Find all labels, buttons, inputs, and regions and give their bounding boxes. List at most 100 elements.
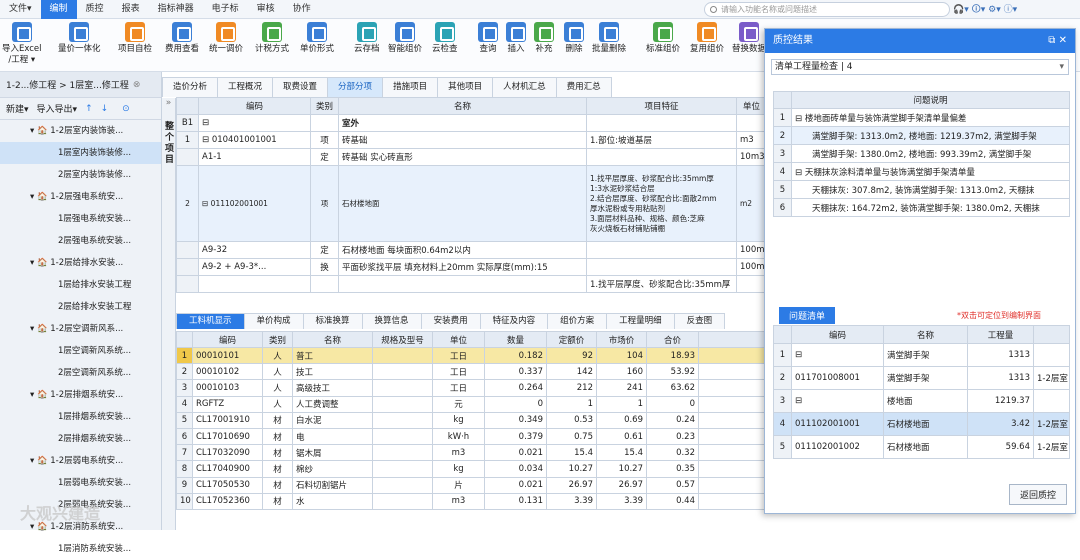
ribbon-button[interactable]: 替换数据	[732, 22, 766, 55]
ribbon-button[interactable]: 云检查	[432, 22, 458, 55]
table-row[interactable]: 8 CL17040900 材棉纱 kg 0.034 10.27 10.27 0.35	[176, 460, 767, 478]
ribbon-button[interactable]: 统一调价	[209, 22, 243, 55]
table-row[interactable]: 3 00010103 人高级技工 工日 0.264 212 241 63.62	[176, 379, 767, 397]
detail-tab-4[interactable]: 安装费用	[420, 313, 481, 329]
column-header[interactable]: 单位	[432, 331, 485, 348]
panel-controls[interactable]: ⧉ ✕	[1048, 29, 1067, 53]
tab-7[interactable]: 费用汇总	[555, 77, 612, 97]
ribbon-button[interactable]: 补充	[534, 22, 554, 55]
issue-row[interactable]: 6 天棚抹灰: 164.72m2, 装饰满堂脚手架: 1380.0m2, 天棚抹	[773, 198, 1070, 217]
detail-tab-7[interactable]: 工程量明细	[606, 313, 675, 329]
tree-item[interactable]: 1层空调新风系统...	[0, 340, 161, 362]
tree-item[interactable]: 2层给排水安装工程	[0, 296, 161, 318]
tab-6[interactable]: 人材机汇总	[492, 77, 557, 97]
expand-icon[interactable]: »	[162, 98, 175, 108]
column-header[interactable]: 类别	[262, 331, 293, 348]
table-row[interactable]: 1.找平层厚度、砂浆配合比:35mm厚	[176, 275, 767, 293]
tab-3[interactable]: 分部分项	[327, 77, 384, 97]
detail-tab-0[interactable]: 工料机显示	[176, 313, 245, 329]
column-header[interactable]	[1033, 325, 1070, 344]
issue-row[interactable]: 4 ⊟ 天棚抹灰涂料清单量与装饰满堂脚手架清单量	[773, 162, 1070, 181]
table-row[interactable]: A1-1 定砖基础 实心砖直形 10m3	[176, 148, 767, 166]
tab-0[interactable]: 造价分析	[162, 77, 219, 97]
column-header[interactable]	[773, 325, 792, 344]
move-up-icon[interactable]: ↑	[85, 104, 93, 114]
ribbon-button[interactable]: 插入	[506, 22, 526, 55]
column-header[interactable]: 定额价	[546, 331, 597, 348]
table-row[interactable]: 10 CL17052360 材水 m3 0.131 3.39 3.39 0.44	[176, 492, 767, 510]
tree-item[interactable]: ▾ 🏠 1-2层强电系统安...	[0, 186, 161, 208]
column-header[interactable]: 编码	[198, 97, 311, 115]
ribbon-button[interactable]: 标准组价	[646, 22, 680, 55]
column-header[interactable]	[176, 331, 193, 348]
ribbon-button[interactable]: 云存档	[354, 22, 380, 55]
tab-4[interactable]: 措施项目	[382, 77, 439, 97]
tree-item[interactable]: 2层室内装饰装修...	[0, 164, 161, 186]
issue-list-row[interactable]: 1 ⊟ 满堂脚手架 1313	[773, 343, 1070, 367]
column-header[interactable]: 工程量	[967, 325, 1034, 344]
detail-tab-8[interactable]: 反查图	[673, 313, 726, 329]
table-row[interactable]: 9 CL17050530 材石料切割锯片片 0.021 26.97 26.97 0.57	[176, 476, 767, 494]
table-row[interactable]: 1 ⊟ 010401001001 项砖基础 1.部位:坡道基层 m3	[176, 131, 767, 149]
menu-item[interactable]: 协作	[284, 0, 320, 19]
table-row[interactable]: A9-32定石材楼地面 每块面积0.64m2以内 100m2	[176, 241, 767, 259]
detail-tab-5[interactable]: 特征及内容	[479, 313, 549, 329]
issue-list-row[interactable]: 5 011102001002 石材楼地面 59.64 1-2层室	[773, 435, 1070, 459]
table-row[interactable]: 5 CL17001910 材白水泥 kg 0.349 0.53 0.69 0.24	[176, 411, 767, 429]
ribbon-button[interactable]: 单价形式	[300, 22, 334, 55]
column-header[interactable]: 名称	[338, 97, 587, 115]
tree-item[interactable]: 1层给排水安装工程	[0, 274, 161, 296]
column-header[interactable]: 单位	[736, 97, 767, 115]
table-row[interactable]: 1 00010101 人普工 工日 0.182 92 104 18.93	[176, 346, 767, 365]
ribbon-button[interactable]: 智能组价	[388, 22, 422, 55]
issue-row[interactable]: 2 满堂脚手架: 1313.0m2, 楼地面: 1219.37m2, 满堂脚手架	[773, 126, 1070, 145]
column-header[interactable]: 规格及型号	[372, 331, 433, 348]
issue-list-row[interactable]: 3 ⊟ 楼地面 1219.37	[773, 389, 1070, 413]
tab-5[interactable]: 其他项目	[437, 77, 494, 97]
tree-item[interactable]: 1层消防系统安装...	[0, 538, 161, 560]
tree-item[interactable]: 1层强电系统安装...	[0, 208, 161, 230]
table-row[interactable]: A9-2 + A9-3*... 换平面砂浆找平层 填充材料上20mm 实际厚度(m…	[176, 258, 767, 276]
tree-item[interactable]: 2层排烟系统安装...	[0, 428, 161, 450]
menu-item[interactable]: 审核	[248, 0, 284, 19]
table-row[interactable]: 6 CL17010690 材电 kW·h 0.379 0.75 0.61 0.23	[176, 427, 767, 446]
ribbon-button[interactable]: 复用组价	[690, 22, 724, 55]
tree-item[interactable]: 1层弱电系统安装...	[0, 472, 161, 494]
ribbon-button[interactable]: 量价一体化	[58, 22, 101, 55]
detail-tab-6[interactable]: 组价方案	[547, 313, 608, 329]
tree-item[interactable]: 2层强电系统安装...	[0, 230, 161, 252]
issue-row[interactable]: 1 ⊟ 楼地面砖单量与装饰满堂脚手架清单量偏差	[773, 108, 1070, 127]
tree-item[interactable]: ▾ 🏠 1-2层给排水安装...	[0, 252, 161, 274]
column-header[interactable]: 名称	[292, 331, 373, 348]
issue-list-row[interactable]: 2 011701008001 满堂脚手架 1313 1-2层室	[773, 366, 1070, 390]
top-right-icons[interactable]: 🎧▾ 🛈▾ ⚙▾ ⓘ▾	[953, 2, 1017, 18]
column-header[interactable]: 编码	[192, 331, 263, 348]
menu-item[interactable]: 质控	[77, 0, 113, 19]
issue-row[interactable]: 3 满堂脚手架: 1380.0m2, 楼地面: 993.39m2, 满堂脚手架	[773, 144, 1070, 163]
ribbon-button[interactable]: 删除	[564, 22, 584, 55]
tab-2[interactable]: 取费设置	[272, 77, 329, 97]
move-down-icon[interactable]: ↓	[101, 104, 109, 114]
table-row[interactable]: 7 CL17032090 材锯木屑 m3 0.021 15.4 15.4 0.32	[176, 444, 767, 462]
tree-item[interactable]: 2层空调新风系统...	[0, 362, 161, 384]
issue-row[interactable]: 5 天棚抹灰: 307.8m2, 装饰满堂脚手架: 1313.0m2, 天棚抹	[773, 180, 1070, 199]
tree-item[interactable]: 1层室内装饰装修...	[0, 142, 161, 164]
import-export-button[interactable]: 导入导出▾	[37, 102, 78, 115]
issue-list-row[interactable]: 4 011102001001 石材楼地面 3.42 1-2层室	[773, 412, 1070, 436]
tree-item[interactable]: 1层排烟系统安装...	[0, 406, 161, 428]
menu-item[interactable]: 电子标	[203, 0, 248, 19]
menu-item[interactable]: 报表	[113, 0, 149, 19]
menu-item[interactable]: 指标神器	[149, 0, 203, 19]
settings-icon[interactable]: ⊙	[122, 104, 130, 114]
ribbon-button[interactable]: 计税方式	[255, 22, 289, 55]
new-button[interactable]: 新建▾	[6, 102, 29, 115]
back-to-qc-button[interactable]: 返回质控	[1008, 484, 1067, 505]
detail-tab-3[interactable]: 换算信息	[361, 313, 422, 329]
ribbon-button[interactable]: 项目自检	[118, 22, 152, 55]
search-input[interactable]: 请输入功能名称或问题描述	[704, 2, 950, 17]
table-row[interactable]: B1 ⊟ 室外	[176, 114, 767, 132]
column-header[interactable]: 市场价	[596, 331, 647, 348]
column-header[interactable]: 名称	[883, 325, 968, 344]
column-header[interactable]	[176, 97, 199, 115]
table-row[interactable]: 4 RGFTZ 人人工费调整元 0 1 1 0	[176, 395, 767, 413]
